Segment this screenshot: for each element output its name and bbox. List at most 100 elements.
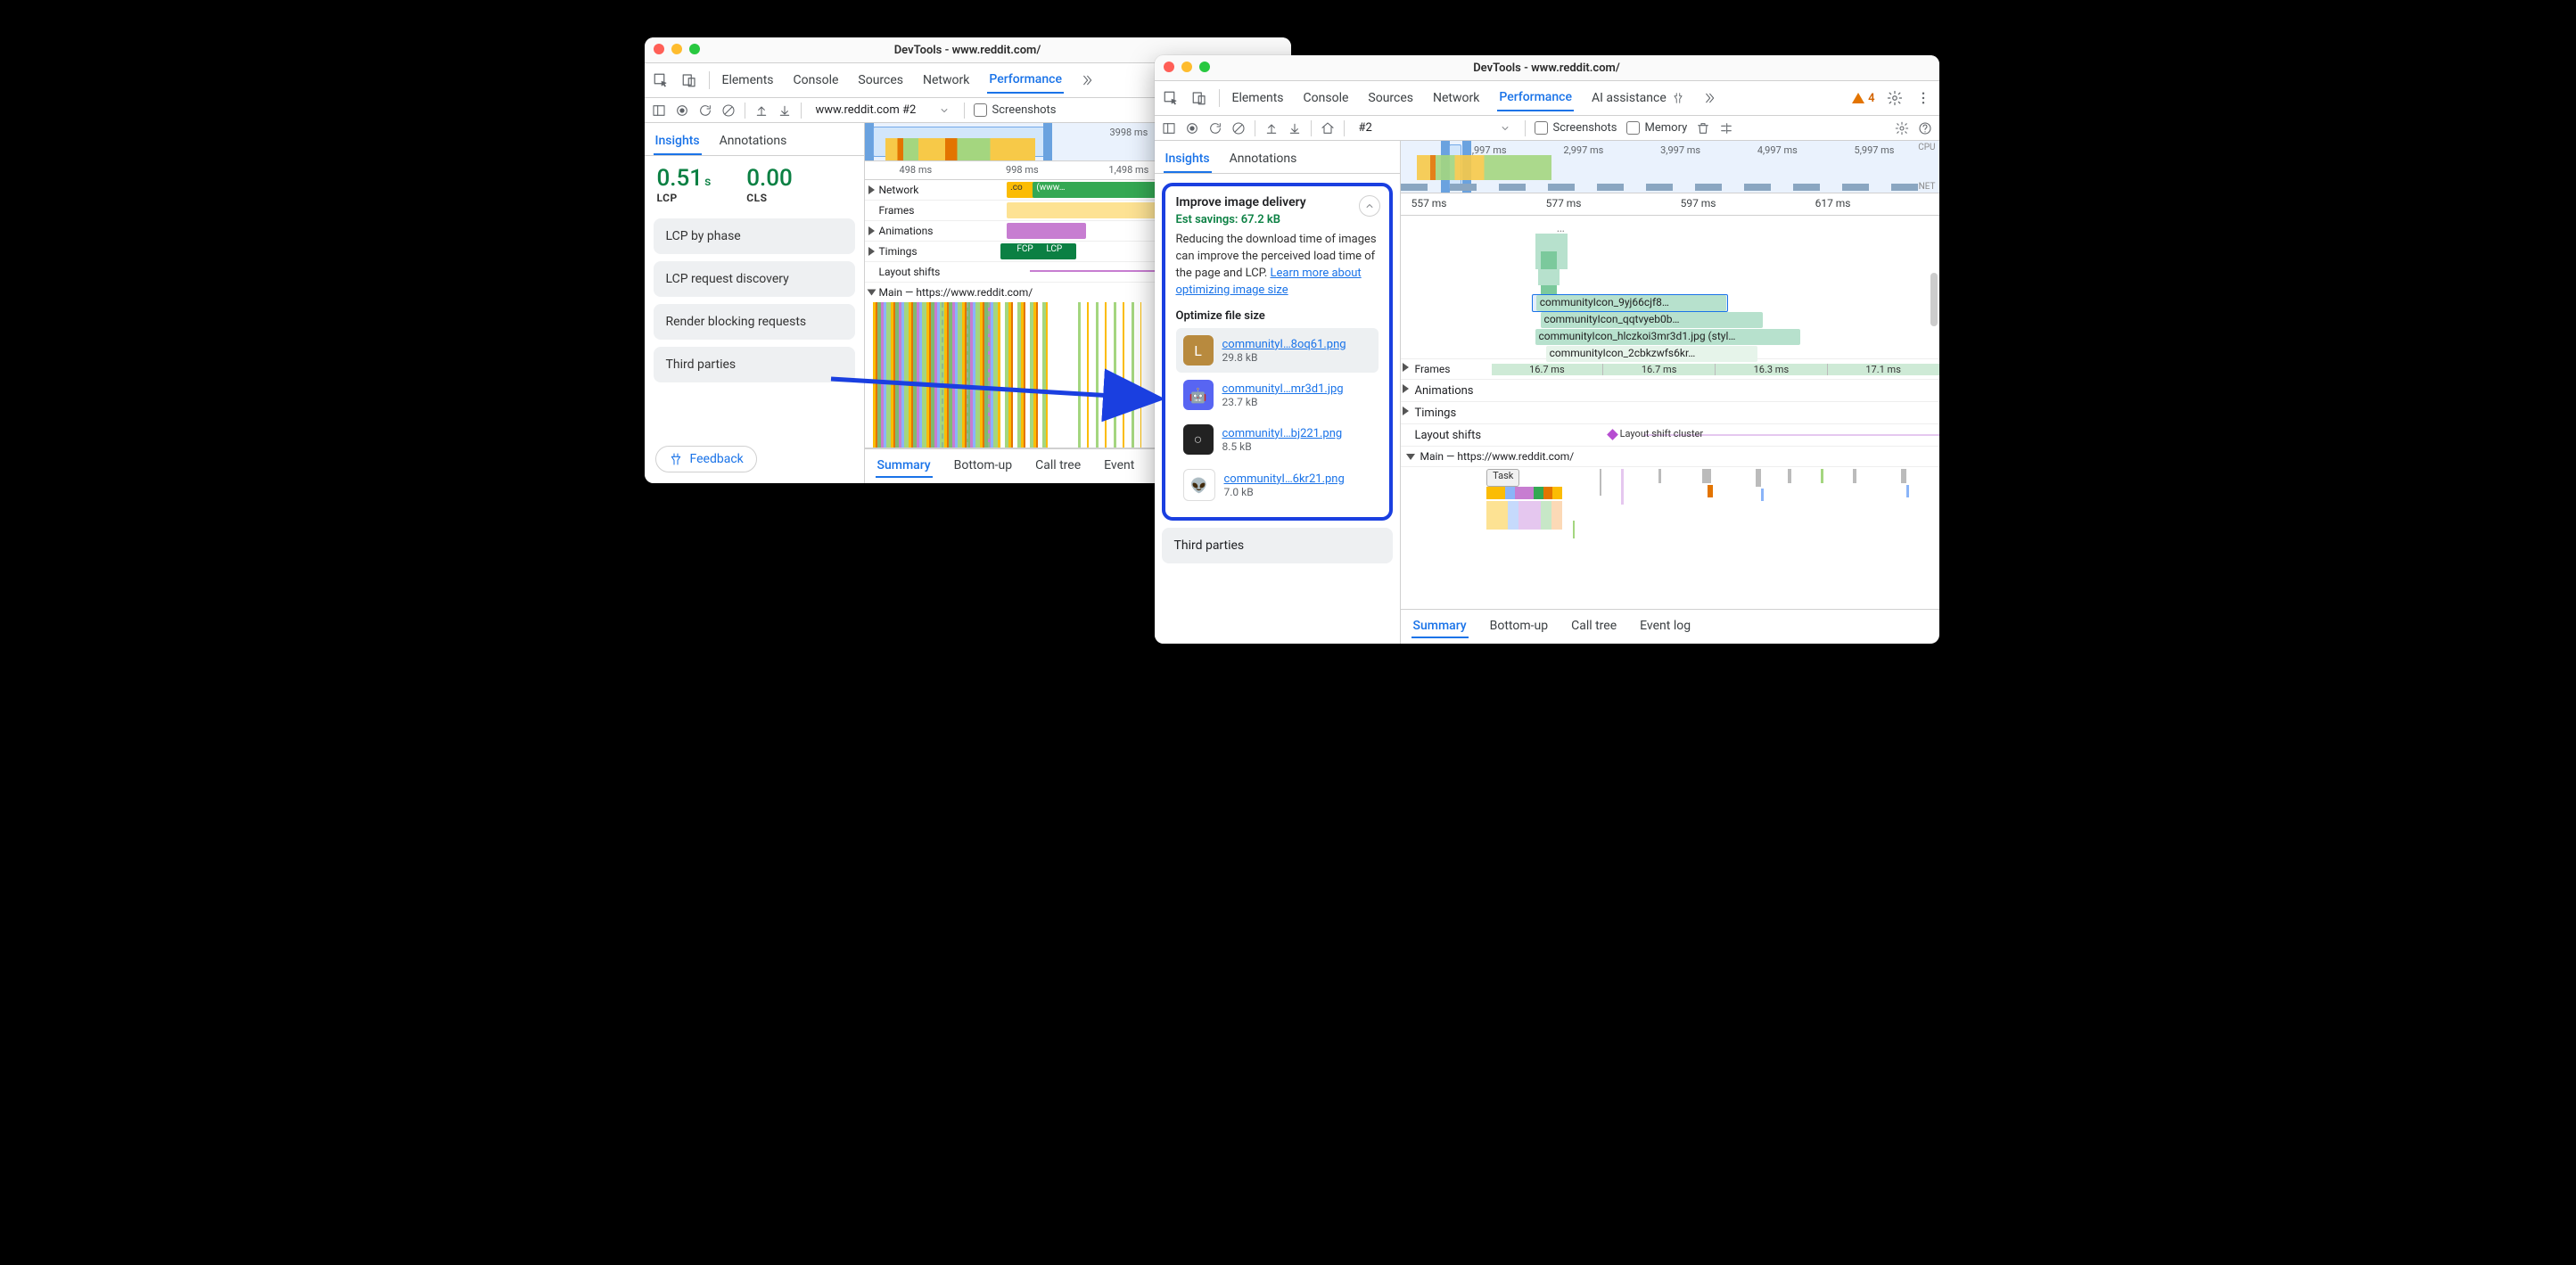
entry-chip[interactable]: communityIcon_qqtvyeb0b… [1541, 312, 1764, 328]
tab-ai-assistance[interactable]: AI assistance [1590, 86, 1686, 111]
entry-chip[interactable]: communityIcon_9yj66cjf8… [1536, 295, 1726, 311]
device-toggle-icon[interactable] [680, 71, 698, 89]
inspect-icon[interactable] [652, 71, 670, 89]
subtab-annotations[interactable]: Annotations [1228, 146, 1299, 173]
insight-third-parties[interactable]: Third parties [654, 347, 855, 382]
record-icon[interactable] [1185, 121, 1199, 136]
frames-track[interactable]: Frames 16.7 ms 16.7 ms 16.3 ms 17.1 ms [1401, 359, 1939, 380]
track-animations[interactable]: Animations [1401, 380, 1939, 402]
trash-icon[interactable] [1696, 121, 1710, 136]
minimize-icon[interactable] [1181, 62, 1192, 72]
upload-icon[interactable] [1264, 121, 1279, 136]
track-layout-shifts[interactable]: Layout shifts Layout shift cluster [1401, 424, 1939, 447]
entry-chip[interactable]: communityIcon_hlczkoi3mr3d1.jpg (styl… [1535, 329, 1801, 345]
insight-lcp-request-discovery[interactable]: LCP request discovery [654, 261, 855, 297]
task-chip[interactable]: Task [1486, 469, 1519, 487]
screenshots-checkbox[interactable]: Screenshots [1535, 121, 1617, 135]
warning-badge[interactable]: 4 [1852, 92, 1874, 105]
upload-icon[interactable] [754, 103, 769, 118]
file-name-link[interactable]: communityI…mr3d1.jpg [1222, 382, 1344, 396]
bottom-tab-calltree[interactable]: Call tree [1033, 455, 1082, 478]
file-name-link[interactable]: communityI…8oq61.png [1222, 338, 1346, 351]
tabs-overflow-icon[interactable] [1080, 73, 1094, 87]
record-icon[interactable] [675, 103, 689, 118]
titlebar: DevTools - www.reddit.com/ [1155, 55, 1939, 81]
bottom-tab-bottomup[interactable]: Bottom-up [1488, 615, 1550, 638]
entry-chip[interactable]: communityIcon_2cbkzwfs6kr… [1546, 346, 1758, 362]
file-thumb: 👽 [1183, 469, 1215, 501]
subtab-insights[interactable]: Insights [1164, 146, 1212, 173]
tab-console[interactable]: Console [792, 68, 841, 93]
collapse-icon[interactable] [1359, 195, 1380, 217]
home-icon[interactable] [1321, 121, 1335, 136]
feedback-button[interactable]: Feedback [655, 446, 757, 472]
file-thumb: L [1183, 335, 1214, 366]
memory-checkbox[interactable]: Memory [1626, 121, 1688, 135]
bottom-tab-summary[interactable]: Summary [876, 455, 933, 478]
toggle-panel-icon[interactable] [1162, 121, 1176, 136]
file-item[interactable]: ○ communityI…bj221.png8.5 kB [1176, 417, 1379, 462]
file-item[interactable]: 🤖 communityI…mr3d1.jpg23.7 kB [1176, 373, 1379, 417]
frame-cell: 17.1 ms [1828, 364, 1939, 375]
flame-chart[interactable]: Task [1401, 467, 1939, 609]
select-value: #2 [1359, 121, 1372, 135]
bottom-tab-eventlog[interactable]: Event [1102, 455, 1136, 478]
insights-sidebar: Insights Annotations Improve image deliv… [1155, 141, 1401, 644]
reload-record-icon[interactable] [1208, 121, 1222, 136]
file-name-link[interactable]: communityI…6kr21.png [1224, 472, 1345, 486]
time-ruler-zoom[interactable]: 557 ms 577 ms 597 ms 617 ms [1401, 193, 1939, 216]
screenshots-checkbox[interactable]: Screenshots [974, 103, 1057, 117]
bottom-tab-bottomup[interactable]: Bottom-up [952, 455, 1014, 478]
tab-elements[interactable]: Elements [1230, 86, 1286, 111]
settings-icon[interactable] [1895, 121, 1909, 136]
tab-console[interactable]: Console [1302, 86, 1351, 111]
zoom-icon[interactable] [1199, 62, 1210, 72]
insight-title: Improve image delivery [1176, 195, 1379, 209]
tab-sources[interactable]: Sources [1366, 86, 1415, 111]
track-timings[interactable]: Timings [1401, 402, 1939, 424]
help-icon[interactable] [1918, 121, 1932, 136]
split-icon[interactable] [1719, 121, 1733, 136]
settings-icon[interactable] [1886, 89, 1904, 107]
clear-icon[interactable] [721, 103, 736, 118]
bottom-tab-summary[interactable]: Summary [1411, 615, 1469, 638]
subtab-annotations[interactable]: Annotations [718, 128, 789, 155]
tab-network[interactable]: Network [921, 68, 971, 93]
close-icon[interactable] [654, 44, 664, 54]
clear-icon[interactable] [1231, 121, 1246, 136]
layout-shift-cluster: Layout shift cluster [1609, 428, 1704, 439]
tab-network[interactable]: Network [1431, 86, 1481, 111]
device-toggle-icon[interactable] [1190, 89, 1208, 107]
tab-performance[interactable]: Performance [1497, 85, 1574, 111]
tab-performance[interactable]: Performance [987, 67, 1064, 94]
network-lane[interactable]: … communityIcon_9yj66cjf8… communityIcon… [1401, 216, 1939, 359]
insight-lcp-by-phase[interactable]: LCP by phase [654, 218, 855, 254]
tab-sources[interactable]: Sources [856, 68, 905, 93]
zoom-icon[interactable] [689, 44, 700, 54]
file-name-link[interactable]: communityI…bj221.png [1222, 427, 1343, 440]
download-icon[interactable] [778, 103, 792, 118]
track-main-header[interactable]: Main — https://www.reddit.com/ [1401, 447, 1939, 467]
toggle-panel-icon[interactable] [652, 103, 666, 118]
file-item[interactable]: 👽 communityI…6kr21.png7.0 kB [1176, 462, 1379, 508]
scrollbar[interactable] [1930, 273, 1938, 326]
bottom-tab-eventlog[interactable]: Event log [1638, 615, 1692, 638]
overview-minimap[interactable]: 1,997 ms 2,997 ms 3,997 ms 4,997 ms 5,99… [1401, 141, 1939, 193]
recording-select[interactable]: www.reddit.com #2 [811, 102, 955, 119]
recording-select[interactable]: #2 [1354, 119, 1516, 136]
subtab-insights[interactable]: Insights [654, 128, 702, 155]
close-icon[interactable] [1164, 62, 1174, 72]
insight-render-blocking[interactable]: Render blocking requests [654, 304, 855, 340]
tabs-overflow-icon[interactable] [1702, 91, 1716, 105]
download-icon[interactable] [1288, 121, 1302, 136]
tab-elements[interactable]: Elements [720, 68, 776, 93]
file-item[interactable]: L communityI…8oq61.png29.8 kB [1176, 328, 1379, 373]
inspect-icon[interactable] [1162, 89, 1180, 107]
reload-record-icon[interactable] [698, 103, 712, 118]
perf-main: 1,997 ms 2,997 ms 3,997 ms 4,997 ms 5,99… [1401, 141, 1939, 644]
bottom-tab-calltree[interactable]: Call tree [1569, 615, 1618, 638]
frame-cell: 16.3 ms [1716, 364, 1828, 375]
insight-third-parties[interactable]: Third parties [1162, 528, 1393, 563]
more-icon[interactable] [1914, 89, 1932, 107]
minimize-icon[interactable] [671, 44, 682, 54]
